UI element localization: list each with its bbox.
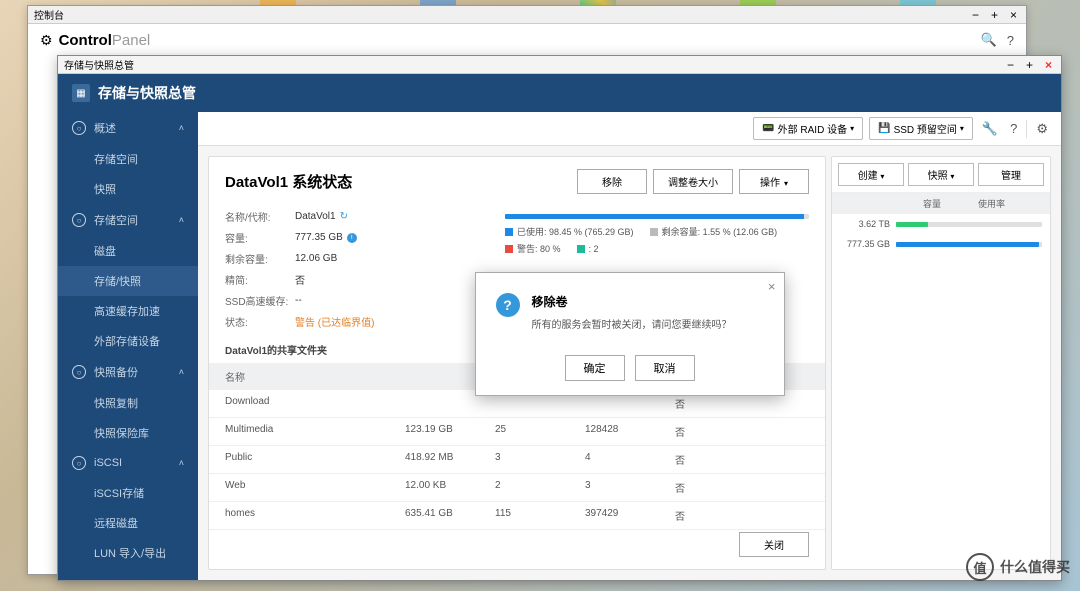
sidebar-item[interactable]: LUN 导入/导出 bbox=[58, 538, 198, 568]
sidebar-item[interactable]: 快照保险库 bbox=[58, 418, 198, 448]
sidebar-section[interactable]: ○快照备份˄ bbox=[58, 356, 198, 388]
search-icon[interactable]: 🔍 bbox=[981, 32, 997, 48]
sidebar-item[interactable]: 快照复制 bbox=[58, 388, 198, 418]
brand-text: ControlPanel bbox=[59, 32, 151, 49]
close-button[interactable]: × bbox=[1042, 58, 1055, 72]
section-icon: ○ bbox=[72, 121, 86, 135]
gear-icon: ⚙ bbox=[40, 32, 53, 49]
sidebar-section[interactable]: ○概述˄ bbox=[58, 112, 198, 144]
sidebar: ○概述˄存储空间快照○存储空间˄磁盘存储/快照高速缓存加速外部存储设备○快照备份… bbox=[58, 112, 198, 580]
section-icon: ○ bbox=[72, 213, 86, 227]
confirm-dialog: × ? 移除卷 所有的服务会暂时被关闭，请问您要继续吗？ 确定 取消 bbox=[475, 272, 785, 396]
question-icon: ? bbox=[496, 293, 520, 317]
sidebar-item[interactable]: 远程磁盘 bbox=[58, 508, 198, 538]
section-icon: ○ bbox=[72, 456, 86, 470]
control-title: 控制台 bbox=[34, 7, 969, 22]
sidebar-item[interactable]: 存储空间 bbox=[58, 144, 198, 174]
watermark: 值 什么值得买 bbox=[966, 553, 1070, 581]
sidebar-section[interactable]: ○iSCSI˄ bbox=[58, 448, 198, 478]
storage-titlebar[interactable]: 存储与快照总管 − + × bbox=[58, 56, 1061, 74]
chevron-up-icon: ˄ bbox=[179, 123, 184, 133]
cancel-button[interactable]: 取消 bbox=[635, 355, 695, 381]
modal-title: 移除卷 bbox=[532, 293, 732, 310]
close-button[interactable]: × bbox=[1007, 8, 1020, 22]
chevron-up-icon: ˄ bbox=[179, 458, 184, 468]
storage-titlebar-text: 存储与快照总管 bbox=[64, 57, 1004, 72]
storage-header: ▦ 存储与快照总管 bbox=[58, 74, 1061, 112]
control-header: ⚙ ControlPanel 🔍 ? bbox=[28, 24, 1026, 56]
modal-message: 所有的服务会暂时被关闭，请问您要继续吗？ bbox=[532, 316, 732, 331]
chevron-up-icon: ˄ bbox=[179, 215, 184, 225]
watermark-icon: 值 bbox=[966, 553, 994, 581]
ok-button[interactable]: 确定 bbox=[565, 355, 625, 381]
main-content: 📟 外部 RAID 设备 ▾ 💾 SSD 预留空间 ▾ 🔧 ? ⚙ DataVo… bbox=[198, 112, 1061, 580]
control-titlebar[interactable]: 控制台 − + × bbox=[28, 6, 1026, 24]
sidebar-section[interactable]: ○存储空间˄ bbox=[58, 204, 198, 236]
maximize-button[interactable]: + bbox=[1023, 58, 1036, 72]
modal-overlay: × ? 移除卷 所有的服务会暂时被关闭，请问您要继续吗？ 确定 取消 bbox=[198, 112, 1061, 580]
storage-window: 存储与快照总管 − + × ▦ 存储与快照总管 ○概述˄存储空间快照○存储空间˄… bbox=[57, 55, 1062, 581]
minimize-button[interactable]: − bbox=[969, 8, 982, 22]
storage-icon: ▦ bbox=[72, 84, 90, 102]
sidebar-item[interactable]: 外部存储设备 bbox=[58, 326, 198, 356]
chevron-up-icon: ˄ bbox=[179, 367, 184, 377]
minimize-button[interactable]: − bbox=[1004, 58, 1017, 72]
storage-header-title: 存储与快照总管 bbox=[98, 83, 1047, 103]
maximize-button[interactable]: + bbox=[988, 8, 1001, 22]
sidebar-item[interactable]: iSCSI存储 bbox=[58, 478, 198, 508]
sidebar-item[interactable]: 高速缓存加速 bbox=[58, 296, 198, 326]
section-icon: ○ bbox=[72, 365, 86, 379]
sidebar-item[interactable]: 快照 bbox=[58, 174, 198, 204]
sidebar-item[interactable]: 磁盘 bbox=[58, 236, 198, 266]
sidebar-item[interactable]: 存储/快照 bbox=[58, 266, 198, 296]
help-icon[interactable]: ? bbox=[1007, 33, 1014, 48]
